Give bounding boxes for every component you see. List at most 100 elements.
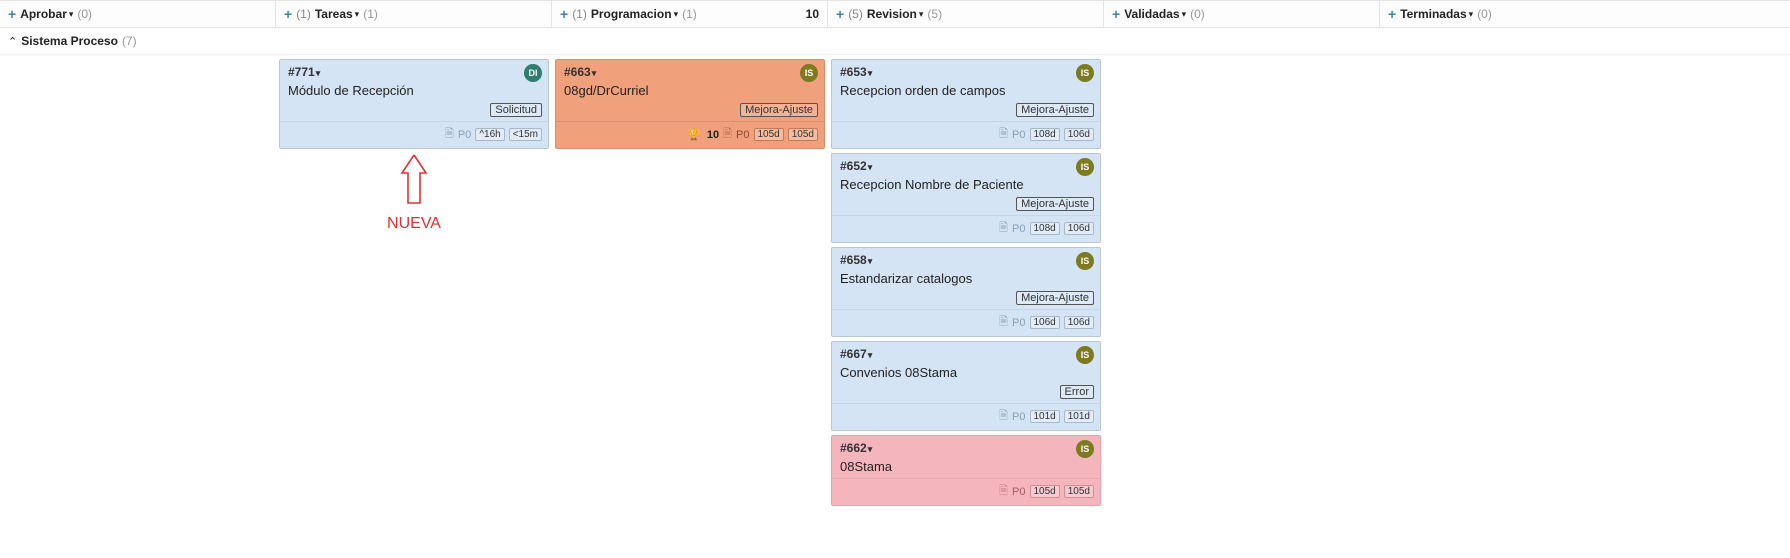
card-tag[interactable]: Mejora-Ajuste <box>1016 197 1094 211</box>
card-id[interactable]: #658▾ <box>840 253 872 267</box>
column-count: (0) <box>1190 7 1205 21</box>
card-time-a: 106d <box>1030 316 1060 329</box>
card-time-b: 105d <box>788 128 818 141</box>
card-tag[interactable]: Mejora-Ajuste <box>1016 103 1094 117</box>
card-priority: P0 <box>1012 411 1025 423</box>
card-id[interactable]: #667▾ <box>840 347 872 361</box>
swimlane-name: Sistema Proceso <box>21 34 118 48</box>
chevron-down-icon: ▾ <box>868 162 873 172</box>
card-priority: P0 <box>736 129 749 141</box>
column-validadas <box>1104 59 1380 510</box>
column-header-revision[interactable]: + (5) Revision ▾ (5) <box>828 1 1104 27</box>
column-header-aprobar[interactable]: + Aprobar ▾ (0) <box>0 1 276 27</box>
chevron-down-icon: ▾ <box>868 444 873 454</box>
chevron-down-icon: ▾ <box>868 68 873 78</box>
card-id[interactable]: #662▾ <box>840 441 872 455</box>
card-tag[interactable]: Solicitud <box>490 103 542 117</box>
card-time-a: 105d <box>1030 485 1060 498</box>
card-time-b: 105d <box>1064 485 1094 498</box>
swimlane-count: (7) <box>122 34 137 48</box>
column-header-validadas[interactable]: + Validadas ▾ (0) <box>1104 1 1380 27</box>
collapse-icon[interactable]: ⌃ <box>8 35 17 48</box>
column-header-programacion[interactable]: + (1) Programacion ▾ (1) 10 <box>552 1 828 27</box>
card-priority: P0 <box>1012 486 1025 498</box>
swimlane-header[interactable]: ⌃ Sistema Proceso (7) <box>0 28 1790 55</box>
avatar[interactable]: IS <box>1076 158 1094 176</box>
chevron-down-icon: ▾ <box>592 68 597 78</box>
card-id[interactable]: #653▾ <box>840 65 872 79</box>
document-icon: 🗎 <box>999 407 1008 426</box>
plus-icon[interactable]: + <box>8 7 16 21</box>
card-658[interactable]: #658▾ IS Estandarizar catalogos Mejora-A… <box>831 247 1101 337</box>
card-priority: P0 <box>1012 223 1025 235</box>
column-name: Aprobar <box>20 7 67 21</box>
chevron-down-icon[interactable]: ▾ <box>1182 9 1187 20</box>
column-terminadas <box>1380 59 1790 510</box>
card-652[interactable]: #652▾ IS Recepcion Nombre de Paciente Me… <box>831 153 1101 243</box>
column-name: Validadas <box>1124 7 1179 21</box>
card-id[interactable]: #663▾ <box>564 65 596 79</box>
card-time-a: 108d <box>1030 128 1060 141</box>
card-title: Módulo de Recepción <box>280 83 548 102</box>
column-aprobar <box>0 59 276 510</box>
card-title: 08Stama <box>832 459 1100 478</box>
avatar[interactable]: IS <box>800 64 818 82</box>
card-time-a: 108d <box>1030 222 1060 235</box>
card-id[interactable]: #771▾ <box>288 65 320 79</box>
card-771[interactable]: #771▾ DI Módulo de Recepción Solicitud 🗎… <box>279 59 549 149</box>
card-time-b: 101d <box>1064 410 1094 423</box>
column-revision: #653▾ IS Recepcion orden de campos Mejor… <box>828 59 1104 510</box>
column-programacion: #663▾ IS 08gd/DrCurriel Mejora-Ajuste 🏆 … <box>552 59 828 510</box>
chevron-down-icon[interactable]: ▾ <box>674 9 679 20</box>
card-id[interactable]: #652▾ <box>840 159 872 173</box>
document-icon: 🗎 <box>723 125 732 144</box>
column-precount: (1) <box>296 7 311 21</box>
plus-icon[interactable]: + <box>836 7 844 21</box>
card-tag[interactable]: Mejora-Ajuste <box>1016 291 1094 305</box>
chevron-down-icon[interactable]: ▾ <box>355 9 360 20</box>
avatar[interactable]: IS <box>1076 252 1094 270</box>
plus-icon[interactable]: + <box>560 7 568 21</box>
card-663[interactable]: #663▾ IS 08gd/DrCurriel Mejora-Ajuste 🏆 … <box>555 59 825 149</box>
document-icon: 🗎 <box>445 125 454 144</box>
document-icon: 🗎 <box>999 219 1008 238</box>
avatar[interactable]: IS <box>1076 440 1094 458</box>
column-name: Terminadas <box>1400 7 1466 21</box>
plus-icon[interactable]: + <box>1388 7 1396 21</box>
plus-icon[interactable]: + <box>284 7 292 21</box>
avatar[interactable]: IS <box>1076 64 1094 82</box>
column-name: Programacion <box>591 7 672 21</box>
chevron-down-icon[interactable]: ▾ <box>69 9 74 20</box>
card-653[interactable]: #653▾ IS Recepcion orden de campos Mejor… <box>831 59 1101 149</box>
card-tag[interactable]: Error <box>1060 385 1094 399</box>
annotation-label: NUEVA <box>279 215 549 233</box>
column-header-terminadas[interactable]: + Terminadas ▾ (0) <box>1380 1 1790 27</box>
annotation: NUEVA <box>279 153 549 233</box>
column-count: (0) <box>1477 7 1492 21</box>
card-title: Convenios 08Stama <box>832 365 1100 384</box>
document-icon: 🗎 <box>999 313 1008 332</box>
card-662[interactable]: #662▾ IS 08Stama 🗎 P0 105d 105d <box>831 435 1101 506</box>
chevron-down-icon: ▾ <box>316 68 321 78</box>
chevron-down-icon: ▾ <box>868 350 873 360</box>
card-time-a: ^16h <box>475 128 504 141</box>
card-tag[interactable]: Mejora-Ajuste <box>740 103 818 117</box>
plus-icon[interactable]: + <box>1112 7 1120 21</box>
avatar[interactable]: DI <box>524 64 542 82</box>
column-tareas: #771▾ DI Módulo de Recepción Solicitud 🗎… <box>276 59 552 510</box>
chevron-down-icon[interactable]: ▾ <box>919 9 924 20</box>
avatar[interactable]: IS <box>1076 346 1094 364</box>
column-count: (1) <box>363 7 378 21</box>
document-icon: 🗎 <box>999 482 1008 501</box>
card-time-a: 101d <box>1030 410 1060 423</box>
card-time-b: <15m <box>509 128 542 141</box>
card-time-a: 105d <box>754 128 784 141</box>
card-667[interactable]: #667▾ IS Convenios 08Stama Error 🗎 P0 10… <box>831 341 1101 431</box>
card-title: Recepcion Nombre de Paciente <box>832 177 1100 196</box>
card-title: Recepcion orden de campos <box>832 83 1100 102</box>
card-votes: 10 <box>707 129 719 141</box>
column-header-tareas[interactable]: + (1) Tareas ▾ (1) <box>276 1 552 27</box>
chevron-down-icon[interactable]: ▾ <box>1469 9 1474 20</box>
arrow-up-icon <box>399 153 429 208</box>
card-time-b: 106d <box>1064 316 1094 329</box>
